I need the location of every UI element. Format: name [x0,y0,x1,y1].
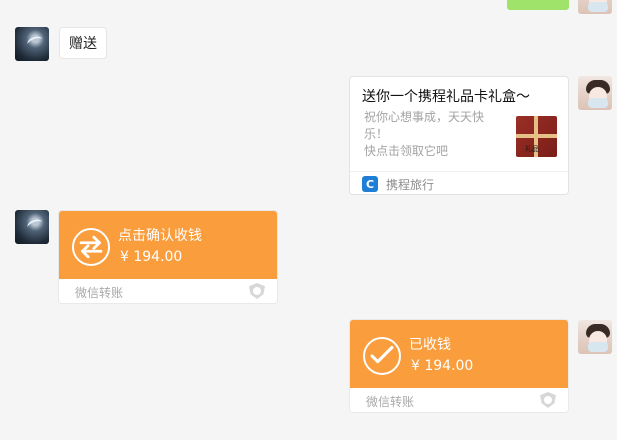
gift-card-message[interactable]: 送你一个携程礼品卡礼盒～ 祝你心想事成，天天快 乐！ 快点击领取它吧 礼品 C … [349,76,569,195]
bird-icon [25,34,45,50]
ribbon-horizontal [516,134,557,138]
transfer-footer: 微信转账 [350,388,568,412]
check-icon [363,337,401,375]
transfer-title: 点击确认收钱 [118,228,202,244]
shield-icon [540,392,556,408]
transfer-arrows-icon [72,228,110,266]
avatar-contact[interactable] [15,27,49,61]
transfer-amount: ¥ 194.00 [411,358,474,374]
transfer-message-received[interactable]: 已收钱 ¥ 194.00 微信转账 [349,319,569,413]
avatar-self[interactable] [578,320,612,354]
message-text: 赠送 [69,36,97,52]
shield-icon [249,283,265,299]
transfer-footer-label: 微信转账 [75,286,124,300]
app-name: 携程旅行 [386,178,435,192]
avatar-self[interactable] [578,76,612,110]
bird-icon [25,217,45,233]
gift-box-thumbnail: 礼品 [516,116,557,157]
sent-message-bubble-partial[interactable] [507,0,569,10]
transfer-message-receive[interactable]: 点击确认收钱 ¥ 194.00 微信转账 [58,210,278,304]
gift-card-title: 送你一个携程礼品卡礼盒～ [362,89,530,105]
transfer-header: 已收钱 ¥ 194.00 [350,320,568,388]
gift-box-text: 礼品 [525,145,539,153]
transfer-title: 已收钱 [409,337,451,353]
avatar-mask [588,342,608,352]
avatar-mask [588,2,608,12]
gift-card-description: 祝你心想事成，天天快 乐！ 快点击领取它吧 [364,109,502,160]
gift-card-desc-line-2: 乐！ [364,127,389,141]
gift-card-desc-line-3: 快点击领取它吧 [364,144,449,158]
transfer-footer: 微信转账 [59,279,277,303]
gift-card-footer: C 携程旅行 [350,171,568,195]
ctrip-app-icon: C [362,176,378,192]
message-gift-text[interactable]: 赠送 [59,27,107,59]
transfer-amount: ¥ 194.00 [120,249,183,265]
avatar-mask [588,98,608,108]
avatar-contact[interactable] [15,210,49,244]
avatar-self[interactable] [578,0,612,14]
transfer-footer-label: 微信转账 [366,395,415,409]
gift-card-desc-line-1: 祝你心想事成，天天快 [364,110,485,124]
transfer-header: 点击确认收钱 ¥ 194.00 [59,211,277,279]
